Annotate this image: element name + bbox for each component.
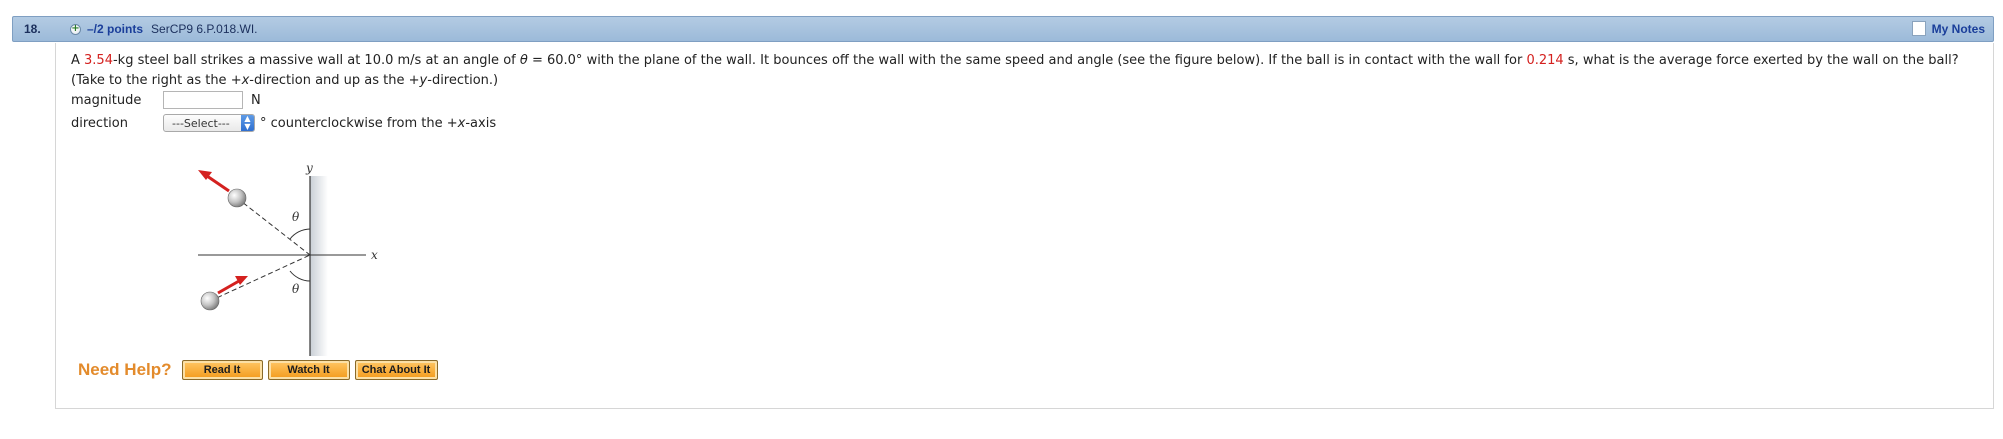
direction-suffix: ° counterclockwise from the +x-axis xyxy=(260,115,497,131)
read-it-button[interactable]: Read It xyxy=(181,360,263,380)
ball-incoming xyxy=(200,291,220,311)
my-notes-label: My Notes xyxy=(1931,21,1985,36)
question-header: 18. + –/2 points SerCP9 6.P.018.WI. My N… xyxy=(12,16,1994,42)
mass-value: 3.54 xyxy=(84,53,113,68)
direction-row: direction ---Select--- ▲ ▼ ° counterclock… xyxy=(71,114,496,132)
magnitude-input[interactable] xyxy=(163,91,243,109)
need-help-label: Need Help? xyxy=(78,360,172,379)
points-label: –/2 points xyxy=(87,22,144,36)
question-panel: A 3.54-kg steel ball strikes a massive w… xyxy=(55,43,1994,409)
my-notes-button[interactable]: My Notes xyxy=(1911,21,1985,36)
outgoing-path xyxy=(236,197,311,256)
theta-label-top: θ xyxy=(292,210,300,224)
wall xyxy=(310,176,328,356)
ball-outgoing xyxy=(227,188,247,208)
angle-arc-bottom xyxy=(289,270,311,282)
magnitude-label: magnitude xyxy=(71,92,142,108)
question-id: SerCP9 6.P.018.WI. xyxy=(151,22,258,36)
direction-label: direction xyxy=(71,115,128,131)
question-number: 18. xyxy=(24,22,41,36)
physics-figure: x y θ θ xyxy=(198,161,378,356)
magnitude-unit: N xyxy=(251,92,261,108)
plus-circle-icon[interactable]: + xyxy=(70,23,81,35)
select-arrows-icon: ▲ ▼ xyxy=(241,115,254,131)
direction-select[interactable]: ---Select--- ▲ ▼ xyxy=(163,114,255,132)
outgoing-velocity-arrow xyxy=(206,174,230,193)
magnitude-row: magnitude N xyxy=(71,91,261,109)
incoming-velocity-arrow xyxy=(217,279,240,295)
watch-it-button[interactable]: Watch It xyxy=(267,360,350,380)
need-help-bar: Need Help? Read It Watch It Chat About I… xyxy=(78,360,443,380)
chat-about-it-button[interactable]: Chat About It xyxy=(354,360,438,380)
time-value: 0.214 xyxy=(1526,53,1564,68)
notes-icon xyxy=(1911,21,1926,36)
theta-label-bottom: θ xyxy=(292,282,300,296)
x-axis-label: x xyxy=(371,248,378,262)
angle-arc-top xyxy=(289,228,311,240)
y-axis-label: y xyxy=(305,161,313,175)
question-text: A 3.54-kg steel ball strikes a massive w… xyxy=(71,53,1959,88)
